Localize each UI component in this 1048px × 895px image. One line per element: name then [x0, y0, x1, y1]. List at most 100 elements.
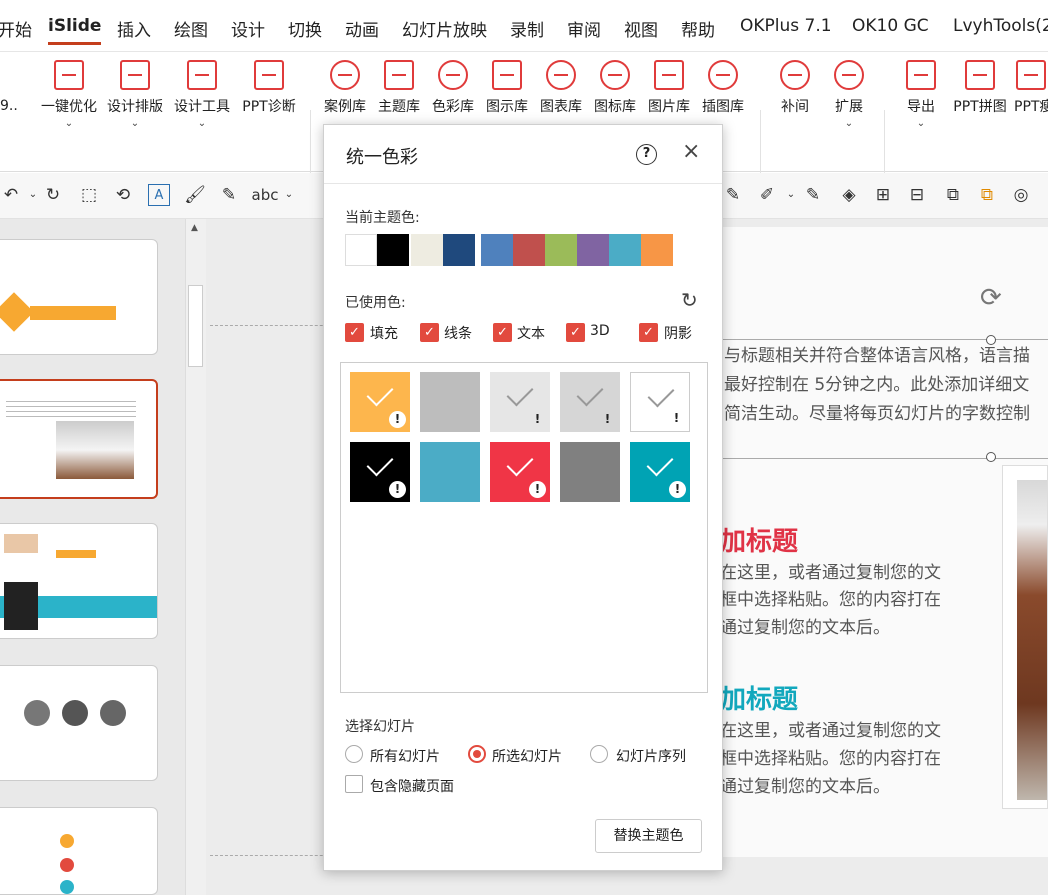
checkbox-line[interactable]: ✓: [420, 323, 439, 342]
chevron-down-icon[interactable]: ⌄: [780, 184, 802, 206]
design-layout-button[interactable]: 设计排版 ⌄: [104, 60, 166, 129]
tab-transitions[interactable]: 切换: [288, 16, 322, 41]
checkbox-shadow[interactable]: ✓: [639, 323, 658, 342]
used-color-cell[interactable]: !: [630, 442, 690, 502]
checkbox-fill[interactable]: ✓: [345, 323, 364, 342]
ppt-slim-button[interactable]: PPT瘦: [1014, 60, 1048, 116]
tab-islide[interactable]: iSlide: [48, 16, 102, 45]
tab-animations[interactable]: 动画: [345, 16, 379, 41]
format-painter-icon[interactable]: 🖌: [184, 184, 206, 206]
used-color-cell[interactable]: !: [560, 372, 620, 432]
font-icon[interactable]: abc: [250, 184, 280, 206]
chart-library-button[interactable]: 图表库: [536, 60, 586, 116]
eyedropper-icon[interactable]: ✎: [722, 184, 744, 206]
tab-review[interactable]: 审阅: [567, 16, 601, 41]
one-click-optimize-button[interactable]: 一键优化 ⌄: [38, 60, 100, 129]
thumbnail-scrollbar[interactable]: ▲: [185, 219, 206, 895]
theme-color-swatch[interactable]: [641, 234, 673, 266]
radio-slide-range[interactable]: [590, 745, 608, 763]
tab-record[interactable]: 录制: [510, 16, 544, 41]
tab-insert[interactable]: 插入: [117, 16, 151, 41]
textbox-icon[interactable]: A: [148, 184, 170, 206]
used-color-cell[interactable]: [420, 372, 480, 432]
bring-forward-icon[interactable]: ⧉: [976, 184, 998, 206]
export-button[interactable]: 导出 ⌄: [896, 60, 946, 129]
scroll-up-icon[interactable]: ▲: [191, 223, 198, 233]
theme-color-swatch[interactable]: [609, 234, 641, 266]
theme-library-button[interactable]: 主题库: [374, 60, 424, 116]
eyedropper-icon[interactable]: ✎: [802, 184, 824, 206]
checkbox-line-label: 线条: [444, 326, 472, 342]
eyedropper-icon[interactable]: ✎: [218, 184, 240, 206]
text-selection-box[interactable]: 与标题相关并符合整体语言风格，语言描 最好控制在 5分钟之内。此处添加详细文 简…: [720, 339, 1048, 459]
close-icon[interactable]: ×: [682, 139, 700, 164]
diagram-library-button[interactable]: 图示库: [482, 60, 532, 116]
theme-color-swatch[interactable]: [411, 234, 443, 266]
slide-thumbnail-selected[interactable]: [0, 379, 158, 499]
include-hidden-checkbox[interactable]: [345, 775, 363, 793]
theme-color-swatch[interactable]: [345, 234, 377, 266]
question-circle-icon[interactable]: ?: [636, 144, 657, 165]
used-color-cell[interactable]: !: [490, 442, 550, 502]
used-color-cell[interactable]: [420, 442, 480, 502]
case-library-button[interactable]: 案例库: [320, 60, 370, 116]
slide-photo[interactable]: [1002, 465, 1048, 809]
used-color-cell[interactable]: !: [350, 372, 410, 432]
illustration-library-button[interactable]: 插图库: [698, 60, 748, 116]
line-color-icon[interactable]: ✐: [756, 184, 778, 206]
theme-color-swatch[interactable]: [513, 234, 545, 266]
chevron-down-icon[interactable]: ⌄: [22, 184, 44, 206]
theme-color-swatch[interactable]: [577, 234, 609, 266]
checkbox-text[interactable]: ✓: [493, 323, 512, 342]
used-color-cell[interactable]: !: [350, 442, 410, 502]
theme-color-swatch[interactable]: [481, 234, 513, 266]
radio-selected-slides[interactable]: [468, 745, 486, 763]
warning-icon: !: [534, 412, 541, 426]
theme-color-swatch[interactable]: [545, 234, 577, 266]
select-icon[interactable]: ⬚: [78, 184, 100, 206]
extend-button[interactable]: 扩展 ⌄: [824, 60, 874, 129]
distribute-icon[interactable]: ⊟: [906, 184, 928, 206]
rotate-handle-icon[interactable]: ⟳: [980, 283, 1002, 313]
tab-design[interactable]: 设计: [231, 16, 265, 41]
resize-handle[interactable]: [986, 335, 996, 345]
theme-color-swatch[interactable]: [443, 234, 475, 266]
checkbox-3d[interactable]: ✓: [566, 323, 585, 342]
undo-icon[interactable]: ↶: [0, 184, 22, 206]
radio-all-slides[interactable]: [345, 745, 363, 763]
tab-help[interactable]: 帮助: [681, 16, 715, 41]
tab-slideshow[interactable]: 幻灯片放映: [402, 16, 487, 41]
tab-draw[interactable]: 绘图: [174, 16, 208, 41]
replace-theme-colors-button[interactable]: 替换主题色: [595, 819, 702, 853]
merge-shapes-icon[interactable]: ◎: [1010, 184, 1032, 206]
slide-thumbnail[interactable]: [0, 239, 158, 355]
used-color-cell[interactable]: [560, 442, 620, 502]
fill-icon[interactable]: ◈: [838, 184, 860, 206]
slide-thumbnail[interactable]: [0, 665, 158, 781]
tween-button[interactable]: 补间: [770, 60, 820, 116]
color-library-button[interactable]: 色彩库: [428, 60, 478, 116]
tab-lvyhtools[interactable]: LvyhTools(2: [953, 16, 1048, 36]
tab-ok10[interactable]: OK10 GC: [852, 16, 929, 36]
slide-thumbnail[interactable]: [0, 807, 158, 895]
ppt-diagnosis-button[interactable]: PPT诊断: [238, 60, 300, 116]
slide-thumbnail[interactable]: [0, 523, 158, 639]
theme-color-swatch[interactable]: [377, 234, 409, 266]
design-tools-button[interactable]: 设计工具 ⌄: [171, 60, 233, 129]
used-color-cell[interactable]: !: [490, 372, 550, 432]
icon-library-button[interactable]: 图标库: [590, 60, 640, 116]
align-icon[interactable]: ⊞: [872, 184, 894, 206]
rotate-icon[interactable]: ⟲: [112, 184, 134, 206]
resize-handle[interactable]: [986, 452, 996, 462]
refresh-icon[interactable]: ↻: [681, 288, 698, 312]
scrollbar-thumb[interactable]: [188, 285, 203, 367]
used-color-cell[interactable]: !: [630, 372, 690, 432]
redo-icon[interactable]: ↻: [42, 184, 64, 206]
chevron-down-icon[interactable]: ⌄: [278, 184, 300, 206]
tab-okplus[interactable]: OKPlus 7.1: [740, 16, 832, 36]
image-library-button[interactable]: 图片库: [644, 60, 694, 116]
tab-home[interactable]: 开始: [0, 16, 32, 41]
ppt-puzzle-button[interactable]: PPT拼图: [950, 60, 1010, 116]
group-icon[interactable]: ⧉: [942, 184, 964, 206]
tab-view[interactable]: 视图: [624, 16, 658, 41]
